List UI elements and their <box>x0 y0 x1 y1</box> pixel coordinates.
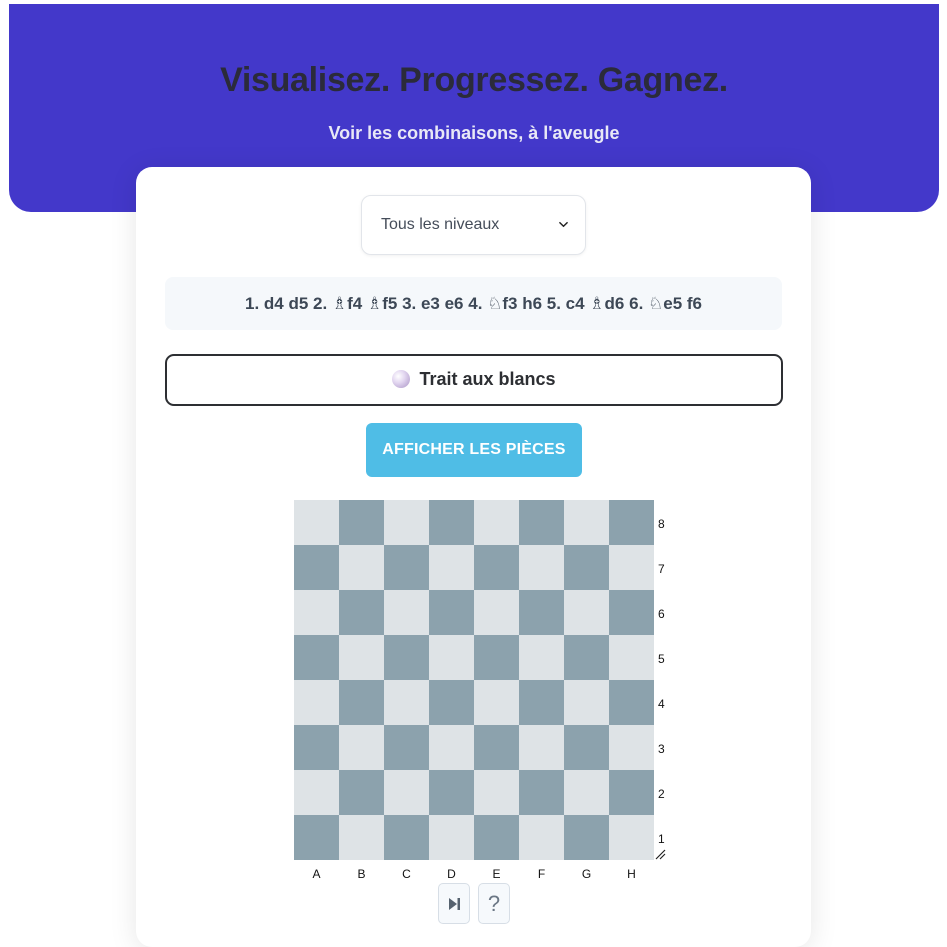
help-button[interactable]: ? <box>478 883 510 924</box>
file-label: D <box>447 867 456 881</box>
board-square[interactable] <box>519 590 564 635</box>
board-square[interactable] <box>474 815 519 860</box>
board-square[interactable] <box>474 770 519 815</box>
board-square[interactable] <box>519 815 564 860</box>
rank-label: 3 <box>658 742 665 756</box>
board-square[interactable] <box>474 635 519 680</box>
board-square[interactable] <box>429 725 474 770</box>
board-square[interactable] <box>384 815 429 860</box>
resize-handle-icon[interactable] <box>654 848 666 860</box>
board-square[interactable] <box>564 500 609 545</box>
rank-label: 6 <box>658 607 665 621</box>
rank-label: 1 <box>658 832 665 846</box>
board-square[interactable] <box>609 545 654 590</box>
board-square[interactable] <box>519 725 564 770</box>
board-square[interactable] <box>519 500 564 545</box>
board-square[interactable] <box>564 815 609 860</box>
board-square[interactable] <box>564 725 609 770</box>
board-square[interactable] <box>519 635 564 680</box>
board-square[interactable] <box>339 635 384 680</box>
board-square[interactable] <box>429 770 474 815</box>
board-square[interactable] <box>564 635 609 680</box>
board-square[interactable] <box>609 680 654 725</box>
board-square[interactable] <box>474 545 519 590</box>
board-square[interactable] <box>339 500 384 545</box>
board-square[interactable] <box>519 770 564 815</box>
board-square[interactable] <box>519 545 564 590</box>
board-square[interactable] <box>519 680 564 725</box>
board-square[interactable] <box>294 635 339 680</box>
board-square[interactable] <box>339 590 384 635</box>
turn-label: Trait aux blancs <box>419 369 556 389</box>
rank-label: 7 <box>658 562 665 576</box>
board-square[interactable] <box>384 500 429 545</box>
board-square[interactable] <box>294 815 339 860</box>
board-square[interactable] <box>609 500 654 545</box>
board-square[interactable] <box>474 590 519 635</box>
board-square[interactable] <box>609 635 654 680</box>
board-square[interactable] <box>294 590 339 635</box>
board-square[interactable] <box>339 770 384 815</box>
board-square[interactable] <box>474 500 519 545</box>
board-square[interactable] <box>384 635 429 680</box>
file-label: H <box>627 867 636 881</box>
board-square[interactable] <box>384 680 429 725</box>
level-select-value: Tous les niveaux <box>381 216 500 233</box>
board-square[interactable] <box>474 725 519 770</box>
board-square[interactable] <box>294 500 339 545</box>
board-square[interactable] <box>429 545 474 590</box>
file-label: A <box>312 867 321 881</box>
board-square[interactable] <box>564 680 609 725</box>
chess-board[interactable] <box>294 500 654 860</box>
board-square[interactable] <box>294 725 339 770</box>
rank-label: 2 <box>658 787 665 801</box>
board-square[interactable] <box>339 815 384 860</box>
next-move-button[interactable] <box>438 883 470 924</box>
board-square[interactable] <box>294 545 339 590</box>
file-label: E <box>492 867 501 881</box>
board-square[interactable] <box>294 770 339 815</box>
board-square[interactable] <box>474 680 519 725</box>
skip-forward-icon <box>449 897 460 910</box>
board-square[interactable] <box>384 545 429 590</box>
help-label: ? <box>487 890 501 916</box>
white-pawn-icon <box>392 370 411 388</box>
board-square[interactable] <box>564 590 609 635</box>
board-square[interactable] <box>384 725 429 770</box>
board-square[interactable] <box>429 680 474 725</box>
board-square[interactable] <box>564 545 609 590</box>
board-square[interactable] <box>609 590 654 635</box>
rank-label: 8 <box>658 517 665 531</box>
board-square[interactable] <box>564 770 609 815</box>
board-square[interactable] <box>609 770 654 815</box>
board-square[interactable] <box>609 725 654 770</box>
board-square[interactable] <box>339 545 384 590</box>
rank-label: 5 <box>658 652 665 666</box>
file-label: B <box>357 867 366 881</box>
board-square[interactable] <box>429 635 474 680</box>
board-square[interactable] <box>429 590 474 635</box>
board-square[interactable] <box>339 725 384 770</box>
turn-indicator: Trait aux blancs <box>165 354 783 406</box>
move-list: 1. d4 d5 2. ♗f4 ♗f5 3. e3 e6 4. ♘f3 h6 5… <box>165 277 782 330</box>
board-square[interactable] <box>384 770 429 815</box>
rank-label: 4 <box>658 697 665 711</box>
page-title: Visualisez. Progressez. Gagnez. <box>220 61 728 99</box>
board-square[interactable] <box>384 590 429 635</box>
file-label: C <box>402 867 411 881</box>
file-label: G <box>581 867 592 881</box>
level-select[interactable]: Tous les niveaux <box>361 195 586 255</box>
board-square[interactable] <box>609 815 654 860</box>
board-square[interactable] <box>429 500 474 545</box>
board-square[interactable] <box>339 680 384 725</box>
page-subtitle: Voir les combinaisons, à l'aveugle <box>328 123 620 143</box>
show-pieces-button[interactable]: AFFICHER LES PIÈCES <box>366 423 582 477</box>
board-square[interactable] <box>294 680 339 725</box>
chevron-down-icon <box>559 221 568 228</box>
board-square[interactable] <box>429 815 474 860</box>
file-label: F <box>537 867 546 881</box>
